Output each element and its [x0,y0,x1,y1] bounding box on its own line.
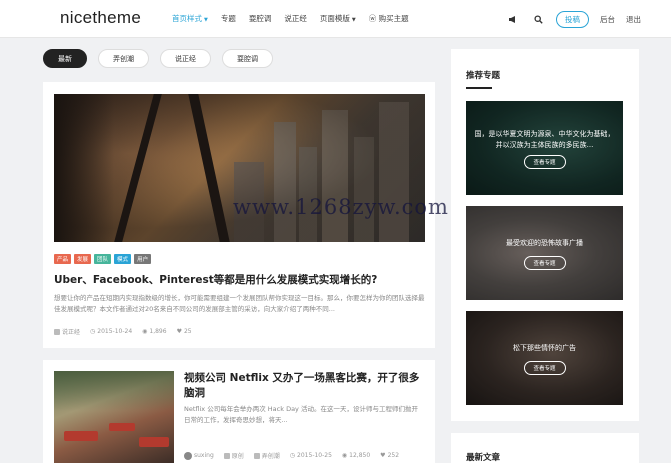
post-tags: 产品 发展 团队 模式 用户 [54,254,152,264]
logout-link[interactable]: 退出 [626,14,641,25]
post-title[interactable]: Uber、Facebook、Pinterest等都是用什么发展模式实现增长的? [54,272,425,287]
post-category[interactable]: 弄创潮 [262,451,280,460]
post-category[interactable]: 说正经 [62,327,80,336]
filter-shuaqiangdiao[interactable]: 耍腔调 [222,49,273,68]
post-meta: suxing 原创 弄创潮 ◷ 2015-10-25 ◉ 12,850 ♥ 252 [184,451,399,460]
post-meta: 说正经 ◷ 2015-10-24 ◉ 1,896 ♥ 25 [54,327,192,336]
avatar[interactable] [184,451,192,460]
filter-shuozhengjing[interactable]: 说正经 [160,49,211,68]
filter-latest[interactable]: 最新 [43,49,87,68]
wordpress-icon: ⓦ [368,14,377,23]
topic-card[interactable]: 国，是以华夏文明为源泉、中华文化为基础，并以汉族为主体民族的多民族... 查看专… [466,101,623,195]
heart-icon[interactable]: ♥ [380,452,385,459]
tag-team[interactable]: 团队 [94,254,112,264]
topic-title: 最受欢迎的恐怖故事广播 [506,239,583,247]
post-views: 1,896 [149,328,167,335]
post-author[interactable]: suxing [194,452,214,459]
site-logo[interactable]: nicetheme [60,8,141,28]
view-topic-button[interactable]: 查看专题 [523,256,566,270]
post-likes: 252 [387,452,400,459]
post-date: 2015-10-25 [297,452,332,459]
folder-icon [253,452,260,459]
admin-link[interactable]: 后台 [600,14,615,25]
post-title[interactable]: 视频公司 Netflix 又办了一场黑客比赛，开了很多脑洞 [184,371,424,401]
nav-item-page-templates[interactable]: 页面模版 ▼ [320,13,356,24]
widget-title: 最新文章 [466,453,501,463]
folder-icon [223,452,230,459]
filter-nongchuangchao[interactable]: 弄创潮 [98,49,149,68]
topic-title: 国，是以华夏文明为源泉、中华文化为基础，并以汉族为主体民族的多民族... [474,130,615,149]
chevron-down-icon: ▼ [351,17,356,23]
post-card: 视频公司 Netflix 又办了一场黑客比赛，开了很多脑洞 Netflix 公司… [43,360,435,463]
heart-icon[interactable]: ♥ [177,328,182,335]
tag-model[interactable]: 模式 [114,254,132,264]
topic-card[interactable]: 最受欢迎的恐怖故事广播 查看专题 [466,206,623,300]
tag-user[interactable]: 用户 [134,254,152,264]
post-date: 2015-10-24 [97,328,133,335]
topic-card[interactable]: 松下那些情怀的广告 查看专题 [466,311,623,405]
recommended-topics-widget: 推荐专题 国，是以华夏文明为源泉、中华文化为基础，并以汉族为主体民族的多民族..… [451,49,639,421]
post-category[interactable]: 原创 [232,451,244,460]
filter-tabs: 最新 弄创潮 说正经 耍腔调 [43,49,273,68]
nav-item-shuozhengjing[interactable]: 说正经 [284,13,307,24]
main-nav: 首页样式 ▼ 专题 耍腔调 说正经 页面模版 ▼ ⓦ 购买主题 [172,13,409,24]
divider [466,87,492,89]
nav-item-shuaqiangdiao[interactable]: 耍腔调 [249,13,272,24]
header-actions: 投稿 后台 退出 [506,11,641,28]
nav-item-buy-theme[interactable]: ⓦ 购买主题 [369,13,409,24]
view-topic-button[interactable]: 查看专题 [523,361,566,375]
post-views: 12,850 [349,452,371,459]
chevron-down-icon: ▼ [204,17,208,23]
site-header: nicetheme 首页样式 ▼ 专题 耍腔调 说正经 页面模版 ▼ ⓦ 购买主题 … [0,0,671,38]
search-icon[interactable] [531,13,545,27]
nav-item-topics[interactable]: 专题 [221,13,236,24]
topic-title: 松下那些情怀的广告 [513,344,576,352]
post-likes: 25 [183,328,192,335]
tag-product[interactable]: 产品 [54,254,72,264]
widget-title: 推荐专题 [466,71,501,81]
watermark-text: www.1268zyw.com [233,195,449,219]
megaphone-icon[interactable] [506,13,520,27]
submit-post-button[interactable]: 投稿 [556,11,589,28]
eye-icon: ◉ [142,328,148,335]
nav-item-home-styles[interactable]: 首页样式 ▼ [172,13,208,24]
post-excerpt: Netflix 公司每年会举办两次 Hack Day 活动。在这一天，设计师与工… [184,405,418,424]
post-excerpt: 想要让你的产品在短期内实现指数级的增长，你可能需要组建一个发展团队帮你实现这一目… [54,294,425,313]
post-thumbnail[interactable] [54,371,174,463]
latest-posts-widget: 最新文章 [451,433,639,463]
clock-icon: ◷ [289,452,296,459]
clock-icon: ◷ [90,328,96,335]
eye-icon: ◉ [341,452,348,459]
view-topic-button[interactable]: 查看专题 [523,155,566,169]
tag-development[interactable]: 发展 [74,254,92,264]
folder-icon [54,328,60,335]
post-cover-image[interactable] [54,94,425,242]
